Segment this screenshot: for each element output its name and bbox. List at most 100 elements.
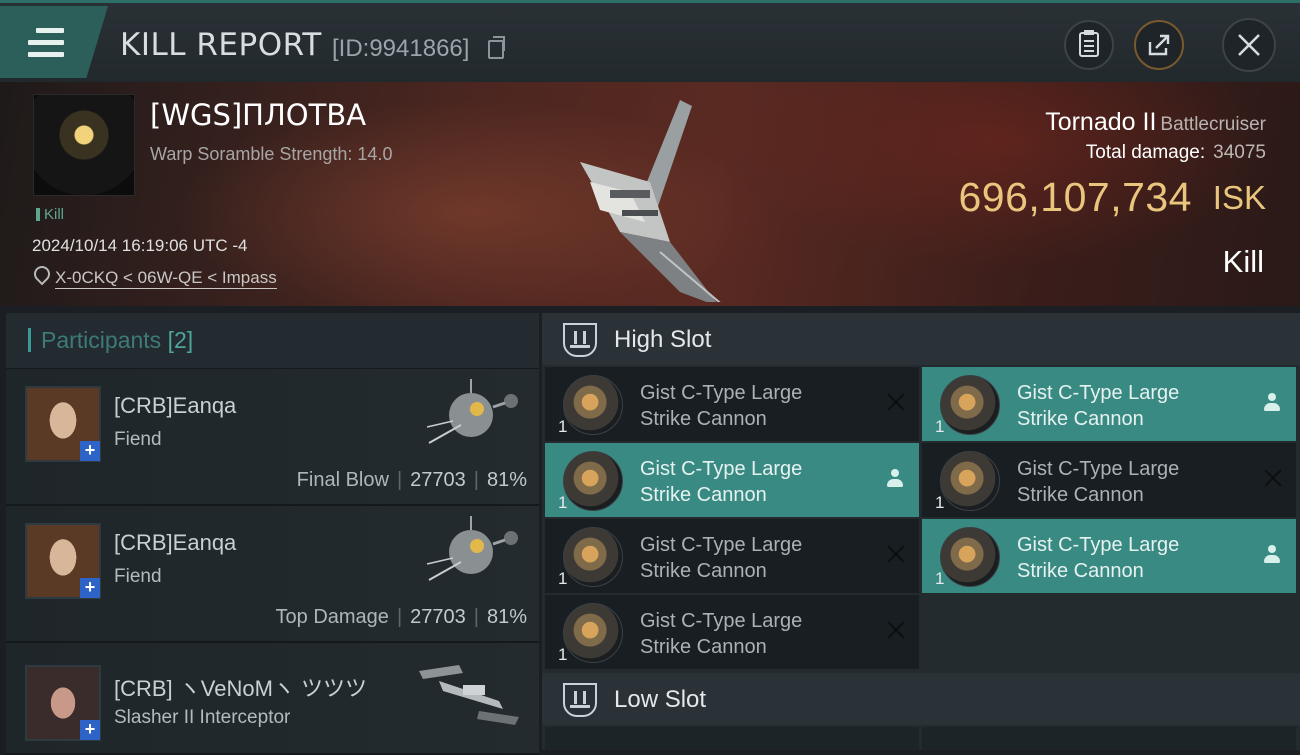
participant-name: [CRB]Eanqa: [114, 393, 237, 418]
avatar[interactable]: +: [25, 386, 101, 462]
ship-class: Battlecruiser: [1160, 114, 1266, 135]
damage-percent: 81%: [486, 469, 527, 491]
module-name-line: Gist C-Type Large: [640, 610, 803, 632]
fitting-panel: High Slot 1 Gist C-Type Large Strike Can…: [542, 313, 1300, 750]
module-name-line: Strike Cannon: [640, 484, 767, 506]
module-name-line: Strike Cannon: [640, 636, 767, 658]
avatar[interactable]: +: [25, 665, 101, 741]
clipboard-button[interactable]: [1064, 20, 1114, 70]
module-name-line: Strike Cannon: [1017, 484, 1144, 506]
avatar[interactable]: +: [25, 523, 101, 599]
kill-timestamp: 2024/10/14 16:19:06 UTC -4: [32, 236, 248, 255]
module-item[interactable]: 1 Gist C-Type Large Strike Cannon: [922, 367, 1296, 441]
location-link[interactable]: X-0CKQ < 06W-QE < Impass: [55, 268, 277, 289]
stat-separator: |: [396, 606, 403, 628]
plus-badge: +: [80, 720, 100, 740]
module-quantity: 1: [935, 569, 945, 588]
plus-badge: +: [80, 578, 100, 598]
participant-name: [CRB]Eanqa: [114, 530, 237, 555]
participant-stats: Top Damage | 27703 | 81%: [276, 606, 527, 629]
module-name-line: Gist C-Type Large: [1017, 534, 1180, 556]
location-pin-icon: [30, 262, 54, 286]
damage-percent: 81%: [486, 606, 527, 628]
destroyed-icon: [885, 391, 907, 413]
participants-title: Participants [2]: [41, 327, 193, 354]
module-item[interactable]: 1 Gist C-Type Large Strike Cannon: [545, 519, 919, 593]
module-quantity: 1: [935, 417, 945, 436]
participant-row[interactable]: + [CRB]Eanqa Fiend Top Damage | 27703 | 81%: [6, 506, 539, 643]
participant-ship: Fiend: [114, 566, 162, 587]
low-slot-item-partial[interactable]: [922, 727, 1296, 750]
victim-ship-image: [580, 100, 721, 302]
total-damage-value: 34075: [1213, 142, 1266, 163]
module-quantity: 1: [558, 417, 568, 436]
module-quantity: 1: [935, 493, 945, 512]
dropped-person-icon: [1264, 393, 1280, 413]
module-name: Gist C-Type Large Strike Cannon: [1017, 532, 1247, 584]
isk-value: 696,107,734: [958, 174, 1192, 220]
isk-unit: ISK: [1212, 179, 1266, 216]
module-name-line: Gist C-Type Large: [1017, 382, 1180, 404]
kill-banner: [WGS]ПЛОТВА Warp Soramble Strength: 14.0…: [0, 82, 1300, 306]
destroyed-icon: [885, 543, 907, 565]
module-name-line: Strike Cannon: [640, 408, 767, 430]
victim-subtitle: Warp Soramble Strength: 14.0: [150, 144, 393, 164]
header-accent-bar: [28, 328, 31, 352]
stat-label: Final Blow: [296, 469, 389, 491]
module-name-line: Gist C-Type Large: [640, 458, 803, 480]
module-item[interactable]: 1 Gist C-Type Large Strike Cannon: [545, 595, 919, 669]
ship-name[interactable]: Tornado II Battlecruiser: [1045, 108, 1266, 137]
participant-name: [CRB] ヽVeNoMヽ ツツツ: [114, 676, 368, 701]
destroyed-icon: [1262, 467, 1284, 489]
close-button[interactable]: [1222, 18, 1276, 72]
ship-name-text: Tornado II: [1045, 108, 1157, 136]
module-name: Gist C-Type Large Strike Cannon: [1017, 380, 1247, 432]
report-id: [ID:9941866]: [332, 35, 470, 62]
cannon-module-icon: [940, 527, 1000, 587]
dropped-person-icon: [887, 469, 903, 489]
stat-label: Top Damage: [275, 606, 389, 628]
victim-avatar[interactable]: [33, 94, 135, 196]
low-slot-label: Low Slot: [614, 686, 707, 713]
module-item[interactable]: 1 Gist C-Type Large Strike Cannon: [545, 367, 919, 441]
participant-row[interactable]: + [CRB] ヽVeNoMヽ ツツツ Slasher II Intercept…: [6, 643, 539, 755]
cannon-module-icon: [563, 603, 623, 663]
share-button[interactable]: [1134, 20, 1184, 70]
module-item[interactable]: 1 Gist C-Type Large Strike Cannon: [545, 443, 919, 517]
fiend-ship-icon: [426, 379, 518, 444]
cannon-module-icon: [940, 375, 1000, 435]
dropped-person-icon: [1264, 545, 1280, 565]
kill-tag: Kill: [36, 206, 64, 223]
close-icon: [1238, 34, 1260, 56]
page-title: KILL REPORT: [120, 27, 322, 63]
module-name-line: Strike Cannon: [640, 560, 767, 582]
menu-icon: [28, 28, 64, 64]
cannon-module-icon: [563, 375, 623, 435]
kill-result: Kill: [1222, 244, 1264, 279]
stat-separator: |: [473, 469, 479, 491]
cannon-module-icon: [563, 451, 623, 511]
module-name: Gist C-Type Large Strike Cannon: [1017, 456, 1247, 508]
stat-separator: |: [473, 606, 479, 628]
cannon-module-icon: [940, 451, 1000, 511]
participant-row[interactable]: + [CRB]Eanqa Fiend Final Blow | 27703 | 81%: [6, 369, 539, 506]
module-name-line: Strike Cannon: [1017, 408, 1144, 430]
header-bar: KILL REPORT [ID:9941866]: [0, 0, 1300, 82]
slasher-ship-icon: [419, 665, 519, 725]
copy-icon[interactable]: [488, 36, 505, 59]
participants-panel: Participants [2] + [CRB]Eanqa Fiend Fina…: [6, 313, 539, 755]
menu-button[interactable]: [0, 6, 108, 78]
module-quantity: 1: [558, 569, 568, 588]
module-name: Gist C-Type Large Strike Cannon: [640, 380, 870, 432]
low-slot-icon: [563, 683, 597, 717]
module-name-line: Gist C-Type Large: [1017, 458, 1180, 480]
share-icon: [1148, 34, 1170, 56]
low-slot-item-partial[interactable]: [545, 727, 919, 750]
module-name: Gist C-Type Large Strike Cannon: [640, 532, 870, 584]
module-item[interactable]: 1 Gist C-Type Large Strike Cannon: [922, 519, 1296, 593]
module-item[interactable]: 1 Gist C-Type Large Strike Cannon: [922, 443, 1296, 517]
module-quantity: 1: [558, 493, 568, 512]
damage-value: 27703: [410, 469, 466, 491]
victim-name[interactable]: [WGS]ПЛОТВА: [150, 98, 366, 132]
participant-stats: Final Blow | 27703 | 81%: [297, 469, 527, 492]
